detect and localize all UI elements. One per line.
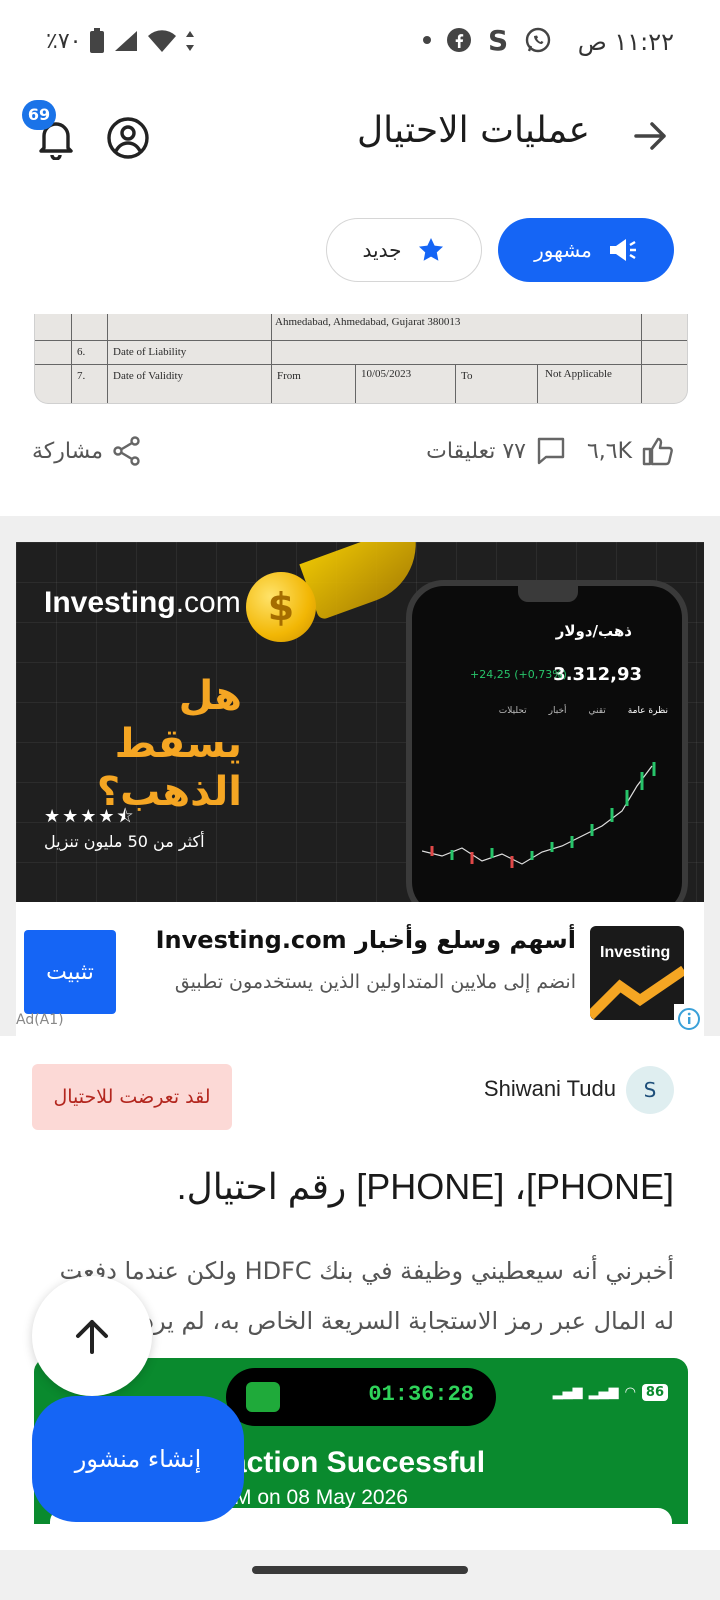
phone-tab: تحليلات (498, 706, 527, 716)
author-name[interactable]: Shiwani Tudu (484, 1076, 616, 1102)
phone-candlestick-chart (422, 762, 656, 868)
call-timer: 01:36:28 (368, 1382, 474, 1407)
doc-row7-to: To (461, 370, 473, 382)
filter-popular-chip[interactable]: مشهور (498, 218, 674, 282)
like-button[interactable]: ٦,٦K (587, 436, 674, 466)
thumbs-up-icon (642, 437, 673, 466)
create-post-button[interactable]: إنشاء منشور (32, 1396, 244, 1522)
signal-bars-icon: ▂▄▆ (552, 1385, 583, 1400)
filter-popular-label: مشهور (534, 238, 592, 262)
share-label: مشاركة (32, 438, 104, 464)
post-actions: ٦,٦K ٧٧ تعليقات مشاركة (0, 436, 720, 496)
screenshot-subtitle: M on 08 May 2026 (234, 1486, 408, 1509)
ad-card[interactable]: Investing أسهم وسلع وأخبار Investing.com… (16, 902, 704, 1036)
battery-percent: ٪٧٠ (46, 28, 82, 54)
filter-chips: مشهور جديد (326, 218, 674, 282)
ad-app-logo: Investing (590, 926, 684, 1020)
ad-brand-logo: Investing.com (44, 586, 241, 620)
ad-headline: هل يسقط الذهب؟ (96, 673, 242, 815)
doc-row6-label: Date of Liability (113, 346, 187, 358)
ad-description: انضم إلى ملايين المتداولين الذين يستخدمو… (174, 971, 576, 993)
signal-icon (115, 31, 138, 51)
doc-row7-date: 10/05/2023 (361, 368, 412, 380)
comment-icon (537, 437, 565, 465)
post-title[interactable]: [PHONE]، [PHONE] رقم احتيال. (177, 1166, 674, 1208)
ad-banner-image[interactable]: $ Investing.com هل يسقط الذهب؟ ★★★★⯪ أكث… (16, 542, 704, 902)
phone-ticker-title: ذهب/دولار (555, 622, 632, 640)
home-gesture-handle[interactable] (252, 1566, 468, 1574)
page-title: عمليات الاحتيال (356, 110, 590, 151)
filter-new-chip[interactable]: جديد (326, 218, 482, 282)
ad-brand-light: .com (175, 586, 241, 619)
filter-new-label: جديد (362, 238, 402, 262)
phone-tab: أخبار (548, 706, 567, 716)
comment-count: ٧٧ تعليقات (426, 438, 526, 464)
phone-mockup: ذهب/دولار 3.312,93 +24,25 (+0,73%) نظرة … (406, 580, 688, 902)
screenshot-title: action Successful (230, 1446, 486, 1479)
back-arrow-icon[interactable] (630, 116, 670, 156)
doc-row7-num: 7. (77, 370, 86, 382)
doc-row7-from: From (277, 370, 301, 382)
share-icon (113, 436, 140, 466)
ad-title: أسهم وسلع وأخبار Investing.com (155, 926, 576, 954)
signal-bars-icon: ▂▄▆ (588, 1385, 619, 1400)
status-app-icons: S (422, 26, 552, 54)
status-time: ١١:٢٢ ص (577, 28, 674, 56)
doc-row7-na: Not Applicable (545, 368, 612, 380)
phone-tab: نظرة عامة (627, 706, 668, 716)
star-icon (419, 238, 444, 261)
wifi-icon: ◠ (624, 1385, 636, 1400)
ad-label: Ad(A1) (16, 1012, 64, 1028)
screenshot-battery: 86 (641, 1384, 668, 1401)
ad-info-icon[interactable] (674, 1004, 704, 1034)
screenshot-status-icons: ▂▄▆ ▂▄▆ ◠ 86 (553, 1384, 668, 1401)
ad-downloads-text: أكثر من 50 مليون تنزيل (44, 832, 205, 851)
wifi-icon (148, 30, 177, 52)
data-arrows-icon (186, 31, 195, 51)
megaphone-icon (609, 239, 636, 261)
status-bar: ١١:٢٢ ص S ٪٧٠ (0, 0, 720, 84)
dot-icon (423, 36, 431, 44)
phone-tab: تقني (588, 706, 606, 716)
doc-row7-label: Date of Validity (113, 370, 184, 382)
profile-icon[interactable] (106, 116, 150, 160)
author-avatar[interactable]: S (626, 1066, 674, 1114)
post-document-image[interactable]: Ahmedabad, Ahmedabad, Gujarat 380013 6. … (34, 314, 688, 404)
svg-text:S: S (488, 26, 508, 54)
phone-change: +24,25 (+0,73%) (470, 668, 567, 681)
call-pill: 01:36:28 (226, 1368, 496, 1426)
gold-coin-icon: $ (246, 572, 316, 642)
ad-rating-stars: ★★★★⯪ (44, 806, 136, 827)
system-navigation-bar (0, 1550, 720, 1600)
comments-button[interactable]: ٧٧ تعليقات (426, 436, 566, 466)
battery-icon (90, 28, 105, 53)
phone-tabs: نظرة عامة تقني أخبار تحليلات (499, 706, 668, 716)
share-button[interactable]: مشاركة (32, 436, 141, 466)
status-system-icons: ٪٧٠ (46, 28, 195, 54)
scam-status-badge: لقد تعرضت للاحتيال (32, 1064, 232, 1130)
arrow-up-icon (76, 1320, 108, 1354)
like-count: ٦,٦K (586, 438, 632, 464)
whatsapp-icon (525, 27, 551, 53)
s-icon: S (488, 26, 508, 54)
ad-logo-text: Investing (600, 944, 671, 961)
ad-brand-bold: Investing (44, 586, 176, 619)
ad-install-button[interactable]: تثبيت (24, 930, 116, 1014)
facebook-icon (447, 28, 471, 52)
scroll-to-top-button[interactable] (32, 1276, 152, 1396)
app-header: عمليات الاحتيال 69 (0, 96, 720, 180)
notification-count-badge: 69 (22, 100, 56, 130)
doc-address: Ahmedabad, Ahmedabad, Gujarat 380013 (275, 316, 461, 328)
doc-row6-num: 6. (77, 346, 86, 358)
video-camera-icon (246, 1382, 280, 1412)
